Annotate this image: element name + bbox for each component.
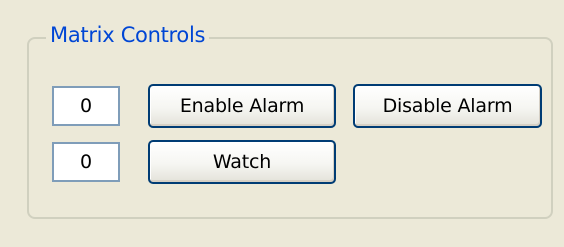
- watch-button[interactable]: Watch: [148, 140, 336, 184]
- enable-alarm-button[interactable]: Enable Alarm: [148, 84, 336, 128]
- matrix-controls-panel: Matrix Controls 0 0 Enable Alarm Disable…: [0, 0, 564, 247]
- matrix-controls-groupbox: [27, 37, 553, 219]
- matrix-value-field-2[interactable]: 0: [52, 142, 120, 182]
- groupbox-title: Matrix Controls: [46, 20, 210, 50]
- matrix-value-field-1[interactable]: 0: [52, 86, 120, 126]
- disable-alarm-button[interactable]: Disable Alarm: [353, 84, 542, 128]
